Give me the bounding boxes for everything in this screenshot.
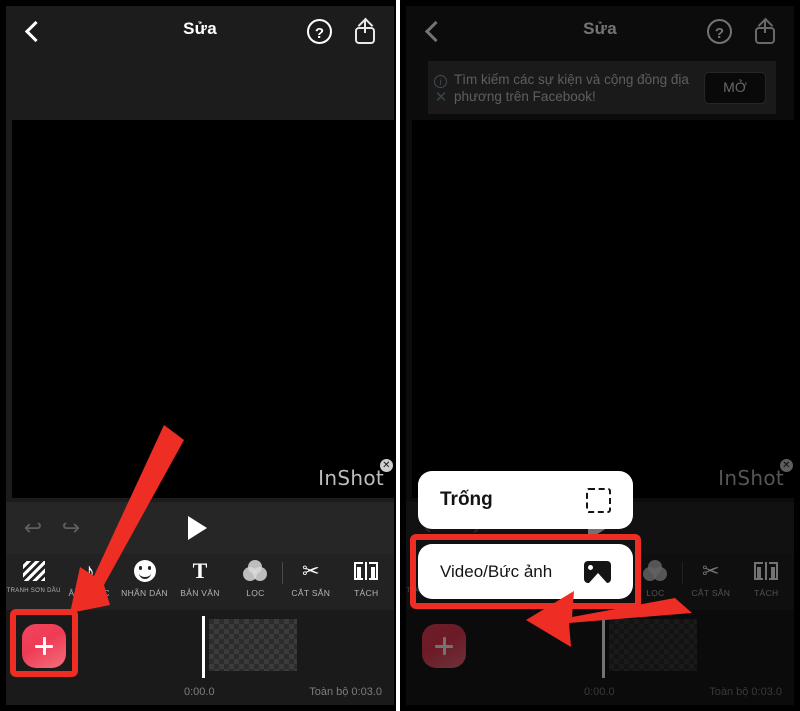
app-screen-left: Sửa ? InShot ✕ ↩ ↪ TRANH SƠN DẦU ♪ ÂM NH… — [6, 6, 394, 705]
split-clip-icon — [739, 554, 794, 588]
screenshot-root: Sửa ? InShot ✕ ↩ ↪ TRANH SƠN DẦU ♪ ÂM NH… — [0, 0, 800, 711]
sticker-smiley-icon — [117, 554, 172, 588]
scissors-icon: ✂ — [302, 559, 320, 583]
tool-canvas-label: TRANH SƠN DẦU — [6, 588, 61, 594]
page-title: Sửa — [583, 19, 617, 38]
share-icon[interactable] — [354, 17, 378, 45]
timeline-clip[interactable] — [209, 619, 297, 671]
info-icon[interactable]: i — [434, 75, 447, 88]
undo-icon[interactable]: ↩ — [20, 516, 46, 540]
inshot-watermark: InShot ✕ — [718, 459, 793, 490]
text-t-icon: T — [192, 558, 208, 583]
watermark-remove-icon[interactable]: ✕ — [780, 459, 793, 472]
app-screen-right: Sửa ? i ✕ Tìm kiếm các sự kiện và cộng đ… — [406, 6, 794, 705]
tool-sticker[interactable]: NHÃN DÁN — [117, 554, 172, 610]
play-button[interactable] — [188, 516, 207, 540]
tool-filter-label: LỌC — [246, 588, 265, 598]
scissors-icon: ✂ — [702, 559, 720, 583]
help-icon[interactable]: ? — [707, 19, 732, 44]
tool-filter[interactable]: LỌC — [228, 554, 284, 610]
app-header-left: Sửa ? — [6, 6, 394, 58]
timeline-left: 0:00.0 Toàn bộ 0:03.0 — [6, 610, 394, 705]
share-icon[interactable] — [754, 17, 778, 45]
add-clip-button[interactable] — [22, 624, 66, 668]
tool-split[interactable]: TÁCH — [739, 554, 794, 610]
filter-circles-icon — [228, 554, 283, 588]
tool-trim-label: CẮT SẮN — [291, 588, 331, 598]
tool-trim-label: CẮT SẮN — [691, 588, 731, 598]
tool-filter[interactable]: LỌC — [628, 554, 684, 610]
tool-text-label: BẢN VĂN — [180, 588, 220, 598]
tool-trim[interactable]: ✂ CẮT SẮN — [683, 554, 738, 610]
canvas-hatch-icon — [6, 554, 61, 588]
tool-text[interactable]: T BẢN VĂN — [172, 554, 227, 610]
filter-circles-icon — [628, 554, 683, 588]
menu-item-empty[interactable]: Trống — [418, 471, 633, 529]
close-icon[interactable]: ✕ — [434, 90, 448, 105]
tool-trim[interactable]: ✂ CẮT SẮN — [283, 554, 338, 610]
inshot-watermark: InShot ✕ — [318, 459, 393, 490]
watermark-text: InShot — [718, 466, 784, 490]
playback-controls-left: ↩ ↪ — [6, 502, 394, 554]
editor-toolbar-left: TRANH SƠN DẦU ♪ ÂM NHẠC NHÃN DÁN T BẢN V… — [6, 554, 394, 610]
watermark-text: InShot — [318, 466, 384, 490]
redo-icon[interactable]: ↪ — [58, 516, 84, 540]
menu-item-video-photo[interactable]: Video/Bức ảnh — [418, 544, 633, 599]
video-preview-canvas[interactable]: InShot ✕ — [412, 120, 794, 498]
banner-text: Tìm kiếm các sự kiện và cộng đồng địa ph… — [454, 71, 689, 104]
current-time-label: 0:00.0 — [584, 686, 615, 698]
help-icon[interactable]: ? — [307, 19, 332, 44]
timeline-right: 0:00.0 Toàn bộ 0:03.0 — [406, 610, 794, 705]
add-clip-button[interactable] — [422, 624, 466, 668]
tool-canvas[interactable]: TRANH SƠN DẦU — [6, 554, 61, 610]
music-note-icon: ♪ — [83, 557, 95, 584]
banner-icons: i ✕ — [428, 61, 454, 114]
total-duration-label: Toàn bộ 0:03.0 — [309, 686, 382, 698]
tool-split-label: TÁCH — [754, 588, 779, 598]
watermark-remove-icon[interactable]: ✕ — [380, 459, 393, 472]
tool-music[interactable]: ♪ ÂM NHẠC — [61, 554, 116, 610]
banner-open-button[interactable]: MỞ — [704, 71, 766, 104]
facebook-promo-banner[interactable]: i ✕ Tìm kiếm các sự kiện và cộng đồng đị… — [428, 61, 776, 114]
tool-split-label: TÁCH — [354, 588, 379, 598]
tool-filter-label: LỌC — [646, 588, 665, 598]
page-title: Sửa — [183, 19, 217, 38]
playhead[interactable] — [602, 616, 605, 678]
menu-item-video-photo-label: Video/Bức ảnh — [440, 561, 553, 581]
photo-icon — [584, 560, 611, 583]
video-preview-canvas[interactable]: InShot ✕ — [12, 120, 394, 498]
phone-screen-left: Sửa ? InShot ✕ ↩ ↪ TRANH SƠN DẦU ♪ ÂM NH… — [0, 0, 400, 711]
tool-music-label: ÂM NHẠC — [68, 588, 110, 598]
dashed-square-icon — [586, 487, 611, 513]
timeline-clip[interactable] — [609, 619, 697, 671]
split-clip-icon — [339, 554, 394, 588]
tool-split[interactable]: TÁCH — [339, 554, 394, 610]
tool-sticker-label: NHÃN DÁN — [121, 588, 168, 598]
phone-screen-right: Sửa ? i ✕ Tìm kiếm các sự kiện và cộng đ… — [400, 0, 800, 711]
total-duration-label: Toàn bộ 0:03.0 — [709, 686, 782, 698]
menu-item-empty-label: Trống — [440, 489, 493, 510]
app-header-right: Sửa ? — [406, 6, 794, 58]
playhead[interactable] — [202, 616, 205, 678]
current-time-label: 0:00.0 — [184, 686, 215, 698]
